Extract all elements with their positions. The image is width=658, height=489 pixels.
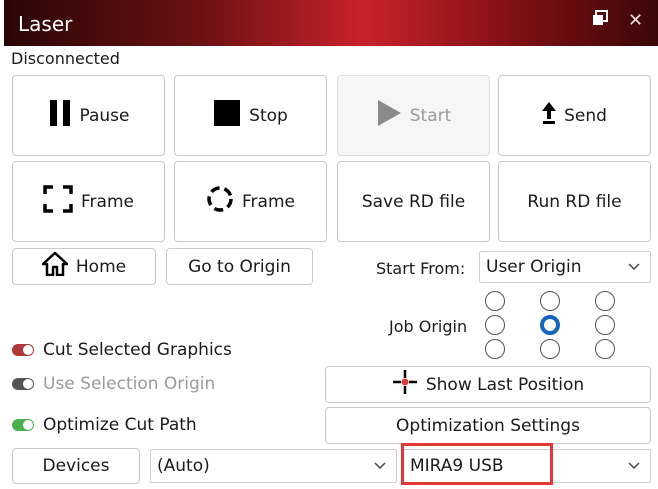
frame-circle-button[interactable]: Frame <box>174 161 327 242</box>
play-icon <box>376 99 402 132</box>
start-from-label: Start From: <box>376 259 466 278</box>
title-bar: Laser ✕ <box>4 0 658 46</box>
chevron-down-icon <box>374 458 386 474</box>
pause-button[interactable]: Pause <box>12 75 165 156</box>
frame-button[interactable]: Frame <box>12 161 165 242</box>
start-button[interactable]: Start <box>337 75 490 156</box>
job-origin-middle-left-radio[interactable] <box>485 315 505 335</box>
job-origin-top-center-radio[interactable] <box>540 291 560 311</box>
window-title: Laser <box>18 12 73 36</box>
home-label: Home <box>75 256 127 277</box>
use-selection-origin-label: Use Selection Origin <box>43 374 216 394</box>
save-rd-file-label: Save RD file <box>361 191 466 212</box>
job-origin-bottom-right-radio[interactable] <box>595 339 615 359</box>
start-label: Start <box>409 105 452 126</box>
frame-label: Frame <box>81 191 134 212</box>
devices-button[interactable]: Devices <box>12 448 140 484</box>
start-from-value: User Origin <box>486 257 582 277</box>
send-label: Send <box>564 105 607 126</box>
job-origin-center-radio[interactable] <box>540 315 560 335</box>
stop-button[interactable]: Stop <box>174 75 327 156</box>
optimize-cut-path-toggle[interactable] <box>12 419 34 431</box>
show-last-position-button[interactable]: Show Last Position <box>325 366 651 403</box>
port-select-value: (Auto) <box>157 456 210 476</box>
crosshair-icon <box>392 369 418 400</box>
optimization-settings-label: Optimization Settings <box>396 415 580 436</box>
use-selection-origin-toggle[interactable] <box>12 378 34 390</box>
save-rd-file-button[interactable]: Save RD file <box>337 161 490 242</box>
connection-status: Disconnected <box>11 49 120 68</box>
stop-icon <box>213 99 241 132</box>
frame-rectangle-icon <box>43 185 73 218</box>
run-rd-file-button[interactable]: Run RD file <box>498 161 651 242</box>
send-button[interactable]: Send <box>498 75 651 156</box>
cut-selected-graphics-toggle[interactable] <box>12 344 34 356</box>
optimize-cut-path-label: Optimize Cut Path <box>43 415 197 435</box>
devices-label: Devices <box>42 456 110 476</box>
frame-circle-icon <box>206 185 234 218</box>
pause-icon <box>48 99 72 132</box>
chevron-down-icon <box>628 259 640 275</box>
start-from-select[interactable]: User Origin <box>479 251 651 283</box>
chevron-down-icon <box>628 458 640 474</box>
port-select[interactable]: (Auto) <box>150 449 397 483</box>
go-to-origin-label: Go to Origin <box>188 256 291 277</box>
frame-circle-label: Frame <box>242 191 295 212</box>
pause-label: Pause <box>79 105 130 126</box>
show-last-position-label: Show Last Position <box>425 374 585 395</box>
upload-arrow-icon <box>542 102 557 129</box>
cut-selected-graphics-label: Cut Selected Graphics <box>43 340 232 360</box>
run-rd-file-label: Run RD file <box>527 191 622 212</box>
restore-window-icon[interactable] <box>592 10 608 31</box>
job-origin-bottom-center-radio[interactable] <box>540 339 560 359</box>
go-to-origin-button[interactable]: Go to Origin <box>166 248 313 285</box>
job-origin-label: Job Origin <box>389 317 468 336</box>
job-origin-middle-right-radio[interactable] <box>595 315 615 335</box>
highlight-box <box>401 443 553 485</box>
home-button[interactable]: Home <box>12 248 156 285</box>
job-origin-top-left-radio[interactable] <box>485 291 505 311</box>
job-origin-top-right-radio[interactable] <box>595 291 615 311</box>
stop-label: Stop <box>249 105 288 126</box>
home-icon <box>41 251 69 281</box>
close-icon[interactable]: ✕ <box>628 10 643 31</box>
optimization-settings-button[interactable]: Optimization Settings <box>325 407 651 444</box>
job-origin-bottom-left-radio[interactable] <box>485 339 505 359</box>
